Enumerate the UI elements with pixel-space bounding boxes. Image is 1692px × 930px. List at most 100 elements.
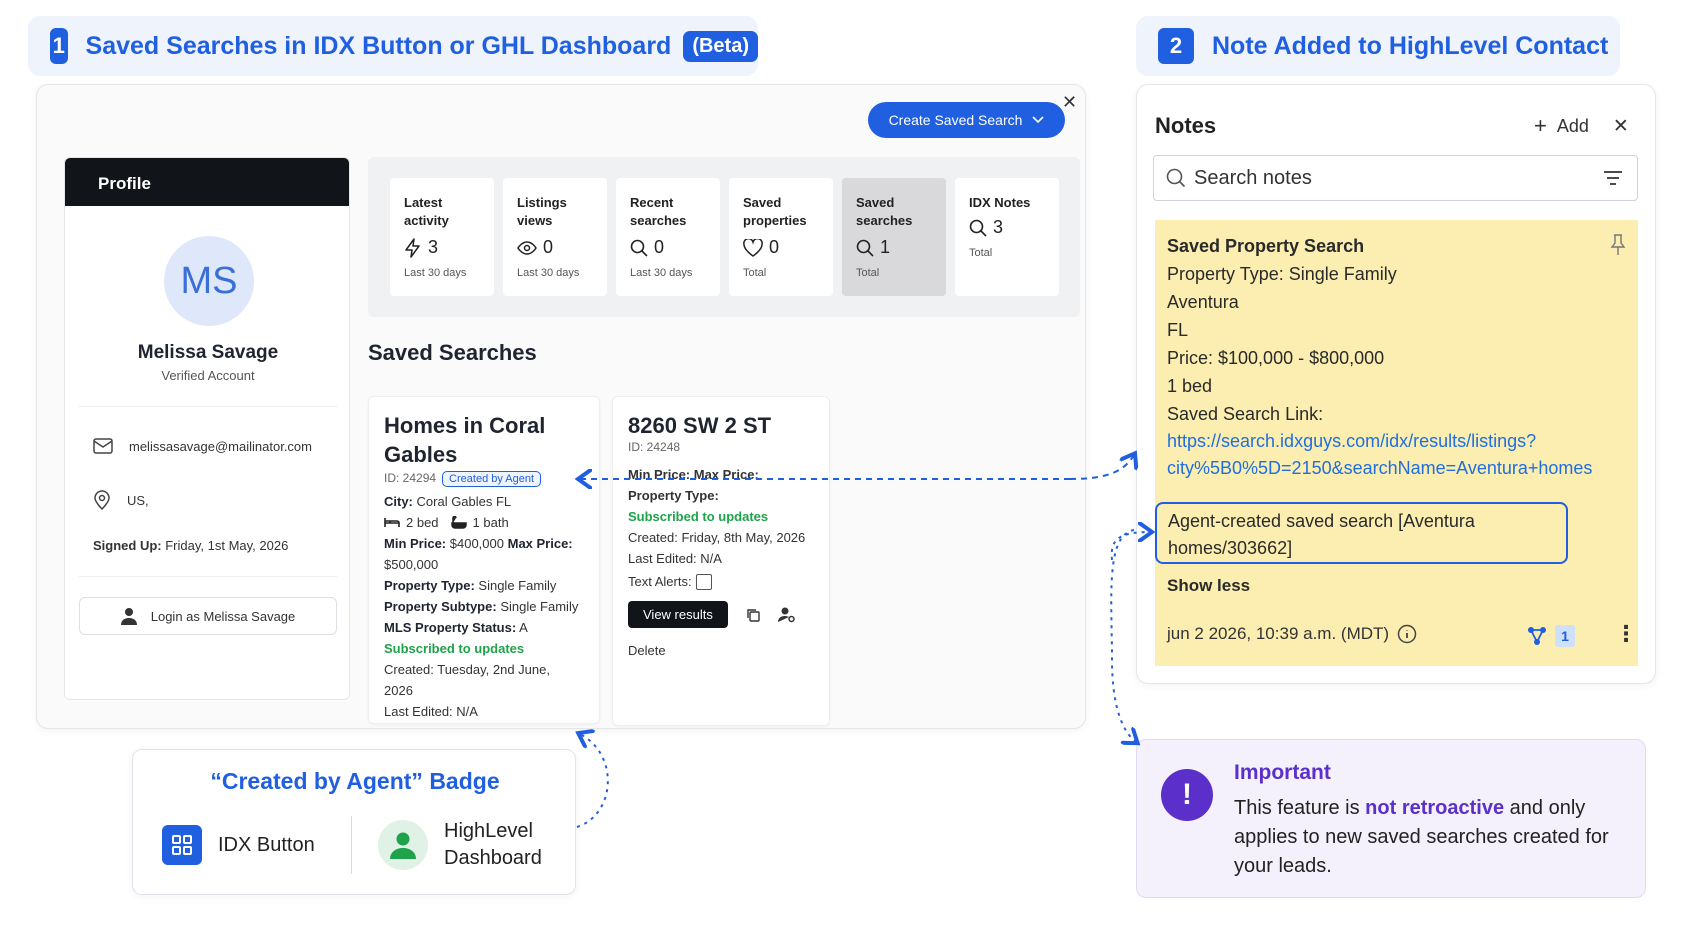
user-icon [378, 820, 428, 870]
note-line: Property Type: Single Family [1167, 264, 1397, 284]
stat-value: 0 [517, 237, 593, 258]
stat-saved-properties[interactable]: Saved properties 0 Total [729, 178, 833, 296]
stat-label: Listings views [517, 195, 567, 228]
add-note-label: Add [1556, 115, 1589, 136]
price-line: Min Price: $400,000 Max Price: $500,000 [384, 536, 573, 572]
delete-link[interactable]: Delete [628, 640, 814, 661]
plus-icon: + [1534, 113, 1547, 138]
more-options-icon[interactable]: ⋮ [1615, 621, 1637, 647]
note-timestamp: jun 2 2026, 10:39 a.m. (MDT) [1167, 624, 1390, 643]
stat-sub: Total [743, 267, 767, 279]
avatar: MS [164, 236, 254, 326]
mls-status-line: MLS Property Status: A [384, 620, 528, 635]
search-icon [630, 239, 648, 257]
signed-up-label: Signed Up: [93, 538, 162, 553]
notes-title: Notes [1155, 113, 1217, 138]
city-line: City: Coral Gables FL [384, 494, 512, 509]
section-title: Note Added to HighLevel Contact [1212, 31, 1609, 60]
stat-recent-searches[interactable]: Recent searches 0 Last 30 days [616, 178, 720, 296]
profile-header: Profile [65, 158, 349, 206]
heart-icon [743, 238, 763, 257]
property-type-line: Property Type: [628, 488, 719, 503]
stat-value: 3 [969, 217, 1045, 238]
close-icon[interactable]: ✕ [1062, 92, 1077, 113]
stat-label: Saved properties [743, 195, 807, 228]
search-notes-input[interactable]: Search notes [1153, 155, 1638, 201]
idx-button-item: IDX Button [162, 825, 315, 865]
highlevel-dashboard-item: HighLevel Dashboard [378, 818, 542, 872]
saved-searches-heading: Saved Searches [368, 340, 537, 365]
divider [351, 816, 352, 874]
text-alerts-checkbox[interactable] [695, 573, 712, 590]
user-icon [120, 608, 137, 625]
note-line: 1 bed [1167, 376, 1213, 396]
note-title: Saved Property Search [1167, 236, 1365, 256]
saved-search-link[interactable]: https://search.idxguys.com/idx/results/l… [1167, 428, 1592, 482]
signed-up-row: Signed Up: Friday, 1st May, 2026 [93, 538, 288, 553]
stat-listings-views[interactable]: Listings views 0 Last 30 days [503, 178, 607, 296]
show-less-link[interactable]: Show less [1167, 576, 1250, 596]
subscribed-status: Subscribed to updates [384, 641, 525, 656]
note-footer: jun 2 2026, 10:39 a.m. (MDT) [1167, 624, 1417, 644]
created-line: Created: Friday, 8th May, 2026 [628, 530, 806, 545]
copy-icon[interactable] [746, 608, 760, 622]
add-note-button[interactable]: + Add ✕ [1534, 113, 1629, 139]
user-settings-icon[interactable] [777, 607, 796, 623]
saved-search-card-coral-gables: Homes in Coral Gables ID: 24294 Created by… [368, 396, 600, 724]
stat-label: Recent searches [630, 195, 687, 228]
bolt-icon [405, 237, 420, 258]
email-row: melissasavage@mailinator.com [93, 438, 312, 454]
view-results-button[interactable]: View results [628, 601, 728, 628]
stat-latest-activity[interactable]: Latest activity 3 Last 30 days [390, 178, 494, 296]
created-line: Created: Tuesday, 2nd June, 2026 [384, 662, 550, 698]
location-text: US, [127, 492, 149, 508]
created-by-agent-badge: Created by Agent [442, 471, 542, 487]
section-title: Saved Searches in IDX Button or GHL Dash… [85, 31, 672, 60]
stat-sub: Total [856, 267, 880, 279]
stats-row: Latest activity 3 Last 30 days Listings vi… [368, 157, 1080, 317]
grid-icon [162, 825, 202, 865]
info-icon[interactable] [1397, 624, 1417, 644]
bath-icon [450, 515, 467, 529]
signed-up-value: Friday, 1st May, 2026 [165, 538, 289, 553]
important-notice: ! Important This feature is not retroact… [1136, 739, 1646, 898]
filter-icon[interactable] [1603, 170, 1623, 186]
stat-label: Latest activity [404, 195, 449, 228]
exclamation-icon: ! [1161, 769, 1213, 821]
divider [79, 406, 337, 407]
close-icon[interactable]: ✕ [1613, 115, 1629, 138]
login-as-button[interactable]: Login as Melissa Savage [79, 597, 337, 635]
stat-sub: Total [969, 247, 993, 259]
beds-baths-line: 2 bed 1 bath [384, 512, 585, 533]
subscribed-status: Subscribed to updates [628, 509, 769, 524]
stat-label: Saved searches [856, 195, 913, 228]
section-header-saved-searches: 1 Saved Searches in IDX Button or GHL Da… [28, 16, 758, 76]
pin-icon[interactable] [1610, 234, 1626, 256]
arrow-to-agent-note [1110, 529, 1136, 742]
notes-panel: Notes + Add ✕ Search notes Saved Propert… [1136, 84, 1656, 684]
mail-icon [93, 438, 113, 454]
stat-idx-notes[interactable]: IDX Notes 3 Total [955, 178, 1059, 296]
stat-saved-searches[interactable]: Saved searches 1 Total [842, 178, 946, 296]
email-text[interactable]: melissasavage@mailinator.com [129, 439, 312, 454]
stat-sub: Last 30 days [630, 267, 693, 279]
branch-icon[interactable] [1527, 626, 1547, 646]
card-actions: View results [628, 601, 814, 628]
card-id-row: ID: 24294 Created by Agent [384, 471, 585, 487]
saved-search-card-8260-sw: 8260 SW 2 ST ID: 24248 Min Price: Max Pr… [612, 396, 830, 726]
property-subtype-line: Property Subtype: Single Family [384, 599, 579, 614]
stat-label: IDX Notes [969, 195, 1031, 210]
chevron-down-icon [1032, 116, 1044, 124]
create-saved-search-button[interactable]: Create Saved Search [868, 102, 1065, 138]
location-row: US, [93, 490, 149, 510]
agent-created-note-highlight: Agent-created saved search [Aventura home… [1155, 502, 1568, 564]
card-id: ID: 24248 [628, 440, 681, 454]
beta-badge: (Beta) [683, 30, 758, 62]
eye-icon [517, 240, 537, 255]
note-body: Saved Property Search Property Type: Sin… [1167, 232, 1592, 482]
login-as-label: Login as Melissa Savage [150, 608, 296, 624]
location-pin-icon [94, 490, 110, 510]
profile-card: Profile MS Melissa Savage Verified Accou… [64, 157, 350, 700]
card-title: Homes in Coral Gables [384, 413, 546, 467]
search-icon [1166, 168, 1186, 188]
